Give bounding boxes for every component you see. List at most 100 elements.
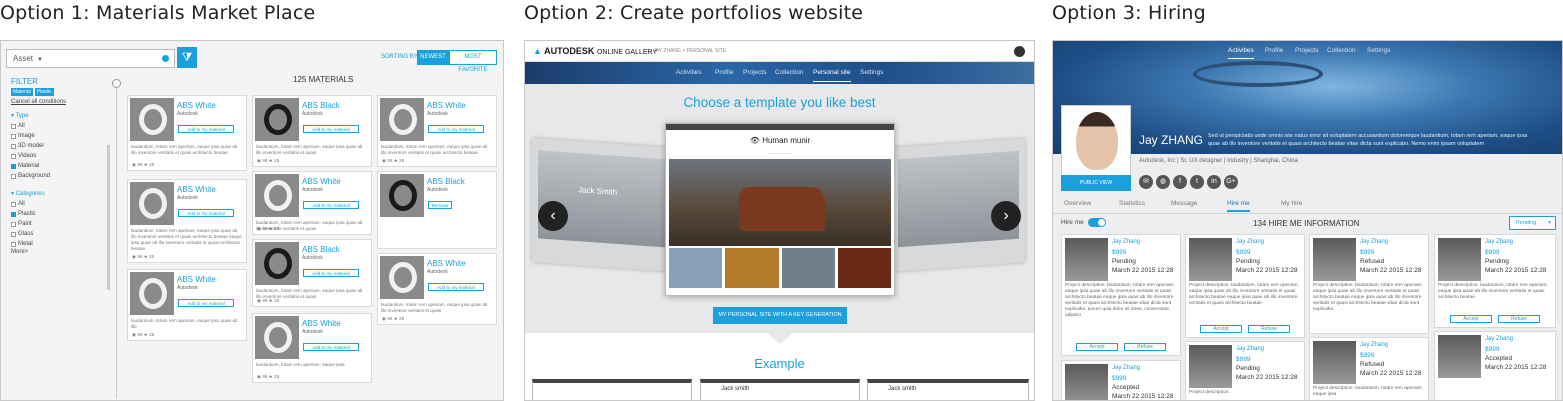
material-name[interactable]: ABS White <box>177 101 216 110</box>
hire-card[interactable]: Jay Zhang $999 Refused March 22 2015 12:28 P… <box>1309 234 1429 334</box>
add-to-material-button[interactable]: Add to my material <box>303 201 359 209</box>
twitter-icon[interactable]: t <box>1190 175 1204 189</box>
filter-checkbox[interactable]: All <box>11 121 111 131</box>
hire-card[interactable]: Jay Zhang $999 Pending March 22 2015 12:28 P… <box>1185 234 1305 338</box>
material-card[interactable]: ABS White Autodesk Add to my material lauda… <box>377 253 497 325</box>
filter-checkbox[interactable]: Background <box>11 171 111 181</box>
checkbox-icon[interactable] <box>11 241 16 247</box>
checkbox-icon[interactable] <box>11 211 16 217</box>
collapse-sidebar-icon[interactable] <box>112 79 121 88</box>
chevron-down-icon[interactable]: ▼ <box>37 57 43 63</box>
accept-button[interactable]: Accept <box>1450 315 1492 323</box>
material-name[interactable]: ABS White <box>302 319 341 328</box>
template-preview-center[interactable]: 👁 Human munir —— —— —— <box>665 123 895 296</box>
add-to-material-button[interactable]: Add to my material <box>303 125 359 133</box>
sidebar-scrollbar[interactable] <box>107 145 110 290</box>
material-thumbnail[interactable] <box>255 316 299 359</box>
asset-search-input[interactable]: Asset ▼ <box>6 49 175 68</box>
add-to-material-button[interactable]: Add to my material <box>178 299 234 307</box>
material-thumbnail[interactable] <box>130 98 174 141</box>
nav-tab-profile[interactable]: Profile <box>715 69 733 76</box>
example-card[interactable]: Jack smith <box>867 379 1029 400</box>
material-name[interactable]: ABS White <box>427 101 466 110</box>
chevron-down-icon[interactable]: ▾ <box>1548 217 1551 229</box>
hire-me-toggle[interactable] <box>1088 218 1106 227</box>
material-card[interactable]: ABS White Autodesk Add to my material lauda… <box>252 171 372 235</box>
material-thumbnail[interactable] <box>380 174 424 217</box>
add-to-material-button[interactable]: Add to my material <box>428 125 484 133</box>
material-name[interactable]: ABS Black <box>427 177 465 186</box>
nav-tab-projects[interactable]: Projects <box>1295 47 1318 54</box>
material-thumbnail[interactable] <box>255 174 299 217</box>
material-card[interactable]: ABS White Autodesk Add to my material lauda… <box>377 95 497 167</box>
status-filter-select[interactable]: Pending ▾ <box>1509 216 1556 230</box>
facebook-icon[interactable]: f <box>1173 175 1187 189</box>
mail-icon[interactable]: ✉ <box>1139 175 1153 189</box>
checkbox-icon[interactable] <box>11 221 16 227</box>
filter-checkbox[interactable]: Videos <box>11 151 111 161</box>
checkbox-icon[interactable] <box>11 123 16 129</box>
applicant-name[interactable]: Jay Zhang <box>1485 336 1513 342</box>
nav-tab-activities[interactable]: Activities <box>1228 47 1254 59</box>
asset-select-label[interactable]: Asset <box>13 54 33 63</box>
nav-tab-settings[interactable]: Settings <box>860 69 884 76</box>
globe-icon[interactable]: ◍ <box>1156 175 1170 189</box>
filter-tag[interactable]: Plastic <box>34 88 54 96</box>
material-thumbnail[interactable] <box>255 98 299 141</box>
sort-newest-button[interactable]: NEWEST <box>417 50 449 65</box>
applicant-name[interactable]: Jay Zhang <box>1485 239 1513 245</box>
more-link[interactable]: More> <box>11 249 111 255</box>
hire-card[interactable]: Jay Zhang $999 Refused March 22 2015 12:28 P… <box>1309 337 1429 400</box>
chevron-right-icon[interactable]: › <box>991 201 1021 231</box>
filter-checkbox[interactable]: All <box>11 199 111 209</box>
tab-message[interactable]: Message <box>1171 200 1197 207</box>
tab-statistics[interactable]: Statistics <box>1119 200 1145 207</box>
material-name[interactable]: ABS White <box>302 177 341 186</box>
material-name[interactable]: ABS Black <box>302 101 340 110</box>
generate-site-button[interactable]: MY PERSONAL SITE WITH A KEY GENERATION <box>713 307 847 324</box>
add-to-material-button[interactable]: Add to my material <box>428 283 484 291</box>
applicant-name[interactable]: Jay Zhang <box>1236 239 1264 245</box>
categories-section-title[interactable]: ▾ Categories <box>11 190 111 197</box>
material-name[interactable]: ABS Black <box>302 245 340 254</box>
material-card[interactable]: ABS White Autodesk Add to my material lauda… <box>252 313 372 383</box>
filter-checkbox[interactable]: Material <box>11 161 111 171</box>
hire-card[interactable]: Jay Zhang $999 Pending March 22 2015 12:28 P… <box>1061 234 1181 356</box>
nav-tab-collection[interactable]: Collection <box>775 69 804 76</box>
filter-checkbox[interactable]: Metal <box>11 239 111 249</box>
linkedin-icon[interactable]: in <box>1207 175 1221 189</box>
checkbox-icon[interactable] <box>11 173 16 179</box>
filter-icon[interactable]: ⧩ <box>177 47 197 68</box>
tab-hire-me[interactable]: Hire me <box>1227 200 1250 212</box>
cancel-conditions-link[interactable]: Cancel all conditions <box>11 99 111 105</box>
nav-tab-profile[interactable]: Profile <box>1265 47 1283 54</box>
add-to-material-button[interactable]: Add to my material <box>303 343 359 351</box>
material-thumbnail[interactable] <box>380 256 424 299</box>
filter-tag[interactable]: Material <box>11 88 33 96</box>
nav-tab-settings[interactable]: Settings <box>1367 47 1391 54</box>
hire-card[interactable]: Jay Zhang $999 Pending March 22 2015 12:28 P… <box>1434 234 1556 328</box>
hire-card[interactable]: Jay Zhang $999 Accepted March 22 2015 12:28 <box>1434 331 1556 400</box>
applicant-name[interactable]: Jay Zhang <box>1360 342 1388 348</box>
breadcrumb[interactable]: > JAY ZHANG > PERSONAL SITE <box>649 48 726 54</box>
public-view-button[interactable]: PUBLIC VIEW <box>1061 175 1131 191</box>
material-card[interactable]: ABS White Autodesk Add to my material lauda… <box>127 179 247 263</box>
avatar[interactable] <box>1014 46 1025 57</box>
material-name[interactable]: ABS White <box>427 259 466 268</box>
material-thumbnail[interactable] <box>380 98 424 141</box>
checkbox-icon[interactable] <box>11 163 16 169</box>
refuse-button[interactable]: Refuse <box>1248 325 1290 333</box>
material-thumbnail[interactable] <box>130 272 174 315</box>
material-card[interactable]: ABS White Autodesk Add to my material lauda… <box>127 95 247 171</box>
checkbox-icon[interactable] <box>11 153 16 159</box>
filter-checkbox[interactable]: Glass <box>11 229 111 239</box>
accept-button[interactable]: Accept <box>1076 343 1118 351</box>
filter-checkbox[interactable]: Image <box>11 131 111 141</box>
nav-tab-collection[interactable]: Collection <box>1327 47 1356 54</box>
material-name[interactable]: ABS White <box>177 275 216 284</box>
example-card[interactable] <box>532 379 692 400</box>
type-section-title[interactable]: ▾ Type <box>11 112 111 119</box>
applicant-name[interactable]: Jay Zhang <box>1360 239 1388 245</box>
sort-favorite-button[interactable]: MOST FAVORITE <box>449 50 497 73</box>
add-to-material-button[interactable]: Add to my material <box>178 209 234 217</box>
